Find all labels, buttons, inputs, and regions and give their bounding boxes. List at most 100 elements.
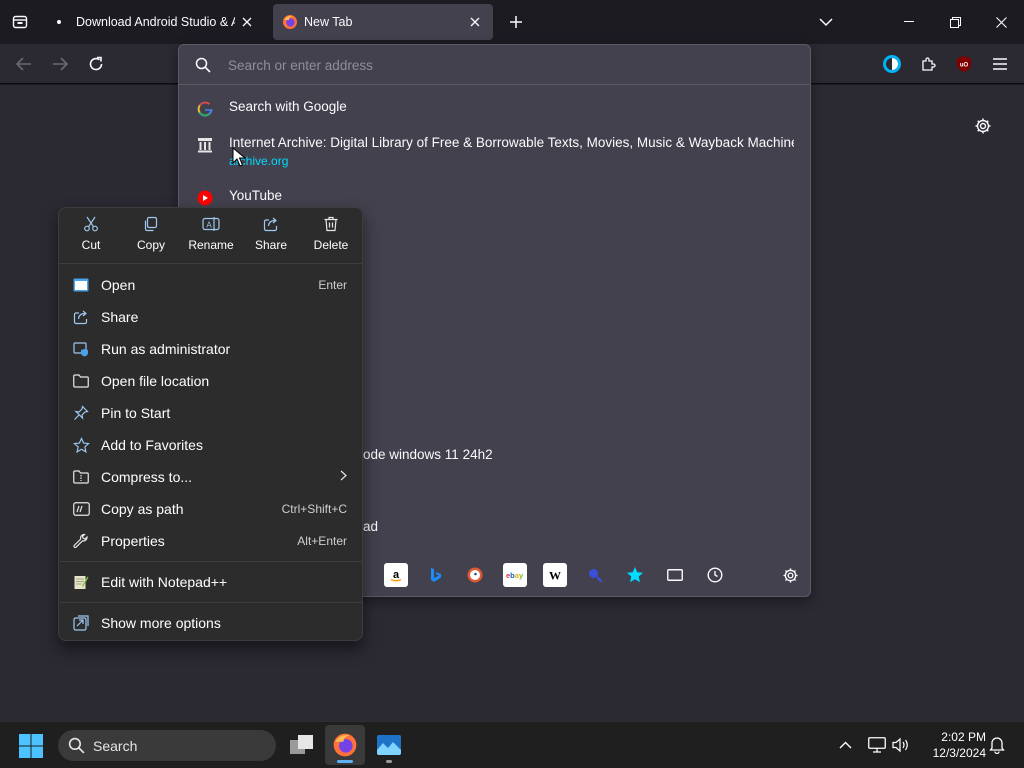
amazon-engine-button[interactable]: a: [384, 563, 408, 587]
tab-android-studio[interactable]: Download Android Studio & App Tools: [47, 4, 265, 40]
menu-item-copy-as-path[interactable]: Copy as path Ctrl+Shift+C: [65, 494, 356, 524]
menu-item-show-more-options[interactable]: Show more options: [65, 608, 356, 638]
urlbar-input-row: [179, 45, 810, 85]
tab-title: Download Android Studio & App Tools: [76, 15, 235, 29]
network-status-button[interactable]: [866, 734, 888, 756]
menu-item-label: Open file location: [101, 373, 210, 389]
svg-text:A: A: [206, 221, 212, 230]
custom-search-engine-button[interactable]: [583, 563, 607, 587]
folder-icon: [71, 371, 91, 391]
app-menu-button[interactable]: [986, 50, 1014, 78]
menu-item-label: Run as administrator: [101, 341, 231, 357]
path-icon: [71, 499, 91, 519]
result-youtube[interactable]: YouTube: [187, 188, 802, 208]
share-icon: [263, 217, 278, 232]
menu-item-edit-notepad-plus[interactable]: Edit with Notepad++: [65, 567, 356, 597]
bing-icon: [431, 568, 441, 582]
star-icon: [627, 567, 643, 583]
page-settings-button[interactable]: [970, 113, 996, 139]
extensions-button[interactable]: [914, 50, 942, 78]
tab-close-button[interactable]: [235, 10, 259, 34]
chevron-up-icon: [839, 741, 851, 749]
menu-item-shortcut: Alt+Enter: [297, 534, 347, 548]
taskbar-firefox[interactable]: [325, 725, 365, 765]
ublock-origin-icon: uO: [957, 56, 971, 72]
delete-action-button[interactable]: Delete: [301, 216, 361, 260]
minimize-button[interactable]: [886, 0, 932, 44]
address-input[interactable]: [228, 55, 788, 75]
clock-time: 2:02 PM: [941, 730, 986, 744]
menu-item-run-as-admin[interactable]: Run as administrator: [65, 334, 356, 364]
bell-icon: [989, 737, 1005, 754]
notifications-button[interactable]: [986, 734, 1008, 756]
bookmarks-search-button[interactable]: [623, 563, 647, 587]
restore-button[interactable]: [932, 0, 978, 44]
close-window-button[interactable]: [978, 0, 1024, 44]
result-internet-archive[interactable]: Internet Archive: Digital Library of Fre…: [187, 135, 802, 168]
task-view-button[interactable]: [282, 725, 322, 765]
firefox-icon: [333, 733, 357, 757]
tab-close-button[interactable]: [463, 10, 487, 34]
bing-engine-button[interactable]: [424, 563, 448, 587]
search-settings-button[interactable]: [778, 563, 802, 587]
tab-new-tab[interactable]: New Tab: [273, 4, 493, 40]
reload-button[interactable]: [82, 50, 110, 78]
zip-folder-icon: [71, 467, 91, 487]
show-hidden-icons-button[interactable]: [834, 734, 856, 756]
back-button[interactable]: [10, 50, 38, 78]
menu-item-share[interactable]: Share: [65, 302, 356, 332]
wikipedia-engine-button[interactable]: W: [543, 563, 567, 587]
result-search-google[interactable]: Search with Google: [187, 99, 802, 119]
gear-icon: [975, 118, 991, 134]
menu-item-compress-to[interactable]: Compress to...: [65, 462, 356, 492]
taskbar-clock[interactable]: 2:02 PM 12/3/2024: [916, 729, 986, 761]
new-tab-button[interactable]: [502, 8, 530, 36]
taskbar-search-box[interactable]: Search: [58, 730, 276, 761]
list-all-tabs-button[interactable]: [812, 8, 840, 36]
search-icon: [68, 737, 85, 754]
windows-start-button[interactable]: [18, 733, 44, 759]
cut-action-button[interactable]: Cut: [61, 216, 121, 260]
youtube-icon: [195, 188, 215, 208]
history-search-button[interactable]: [703, 563, 727, 587]
menu-item-add-to-favorites[interactable]: Add to Favorites: [65, 430, 356, 460]
menu-item-pin-to-start[interactable]: Pin to Start: [65, 398, 356, 428]
menu-item-label: Edit with Notepad++: [101, 574, 228, 590]
archive-icon: [195, 135, 215, 155]
scissors-icon: [84, 216, 98, 232]
clock-date: 12/3/2024: [932, 746, 986, 760]
pin-icon: [71, 403, 91, 423]
chevron-down-icon: [819, 18, 833, 27]
firefox-account-icon: [883, 55, 901, 73]
menu-item-open[interactable]: Open Enter: [65, 270, 356, 300]
menu-separator: [60, 602, 363, 603]
menu-item-open-file-location[interactable]: Open file location: [65, 366, 356, 396]
mouse-cursor-icon: [232, 147, 246, 167]
duckduckgo-engine-button[interactable]: [463, 563, 487, 587]
open-app-indicator: [386, 760, 392, 763]
menu-item-properties[interactable]: Properties Alt+Enter: [65, 526, 356, 556]
ublock-button[interactable]: uO: [950, 50, 978, 78]
menu-item-label: Show more options: [101, 615, 221, 631]
firefox-view-button[interactable]: [6, 8, 34, 36]
forward-button[interactable]: [46, 50, 74, 78]
amazon-icon: a: [390, 569, 402, 582]
rename-action-button[interactable]: A Rename: [181, 216, 241, 260]
trash-icon: [324, 216, 338, 232]
chevron-right-icon: [340, 470, 347, 484]
taskbar-photos-app[interactable]: [369, 725, 409, 765]
svg-text:ebay: ebay: [506, 571, 524, 580]
ebay-engine-button[interactable]: ebay: [503, 563, 527, 587]
clock-icon: [707, 567, 723, 583]
tab-icon: [667, 569, 683, 581]
notepad-plus-icon: [71, 572, 91, 592]
tabs-search-button[interactable]: [663, 563, 687, 587]
result-partial-text: ad: [363, 519, 379, 534]
result-partial-text: ode windows 11 24h2: [363, 447, 493, 462]
volume-button[interactable]: [890, 734, 912, 756]
account-button[interactable]: [878, 50, 906, 78]
copy-action-button[interactable]: Copy: [121, 216, 181, 260]
menu-item-label: Share: [101, 309, 139, 325]
share-action-button[interactable]: Share: [241, 216, 301, 260]
search-icon: [195, 57, 211, 73]
